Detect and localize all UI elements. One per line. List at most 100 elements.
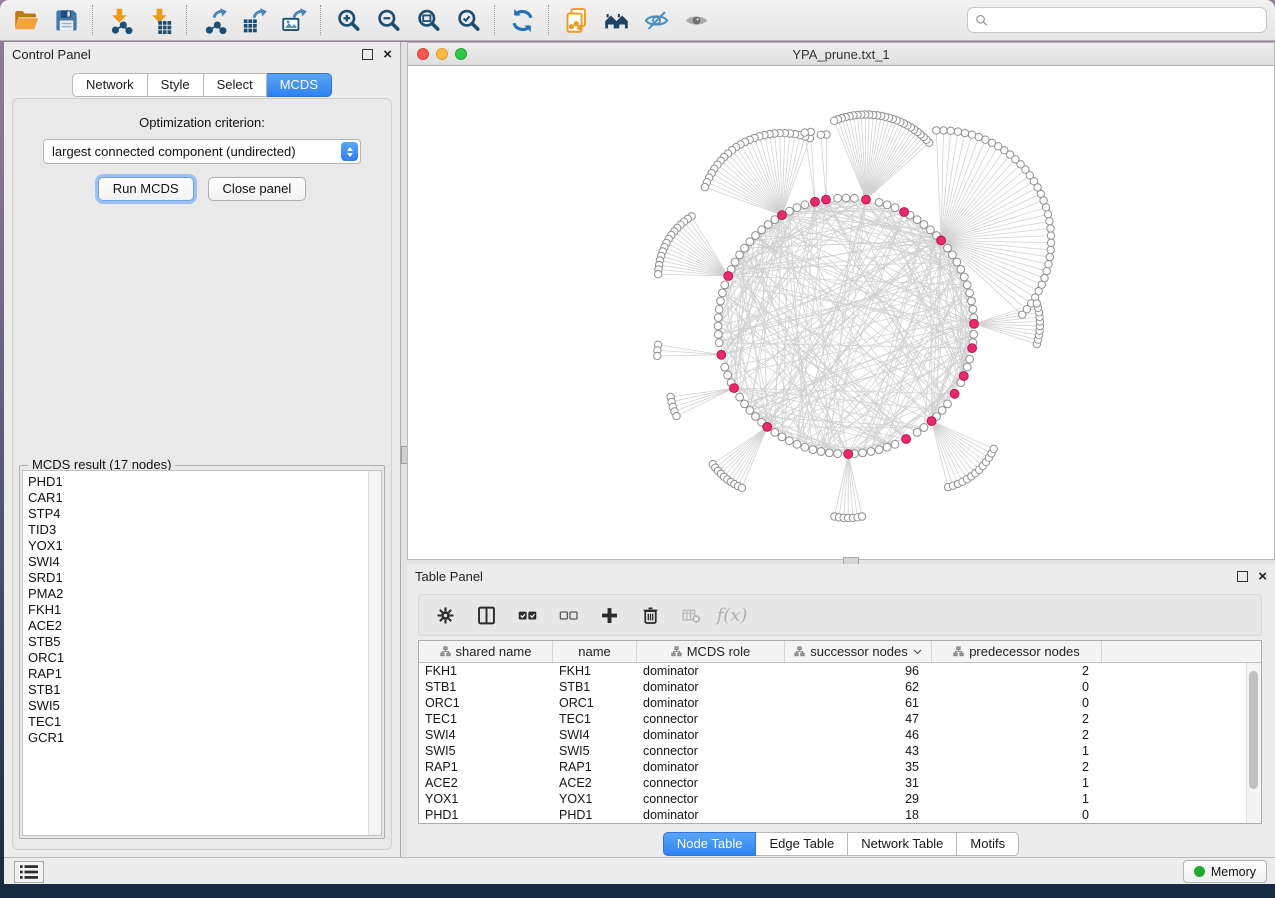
close-panel-button[interactable]: Close panel (208, 177, 307, 201)
table-row[interactable]: STB1STB1dominator620 (419, 679, 1261, 695)
trash-button[interactable] (638, 603, 662, 627)
table-cell: connector (637, 776, 785, 790)
mcds-result-item[interactable]: TID3 (28, 522, 381, 538)
mcds-result-item[interactable]: SWI4 (28, 554, 381, 570)
toolbar-separator (92, 5, 94, 35)
import-network-button[interactable] (100, 3, 140, 37)
mcds-result-item[interactable]: STP4 (28, 506, 381, 522)
gear-button[interactable] (433, 603, 457, 627)
column-header-name[interactable]: name (553, 641, 637, 662)
refresh-icon (509, 7, 536, 34)
table-cell: connector (637, 744, 785, 758)
select-all-button[interactable] (515, 603, 539, 627)
zoom-selected-icon (455, 7, 482, 34)
zoom-in-button[interactable] (328, 3, 368, 37)
tab-style[interactable]: Style (148, 73, 204, 97)
zoom-fit-button[interactable] (408, 3, 448, 37)
memory-status-icon (1194, 866, 1205, 877)
ndex-button[interactable] (596, 3, 636, 37)
search-box[interactable] (967, 7, 1267, 33)
table-row[interactable]: TEC1TEC1connector472 (419, 711, 1261, 727)
export-image-button[interactable] (274, 3, 314, 37)
mcds-result-item[interactable]: SWI5 (28, 698, 381, 714)
mcds-result-item[interactable]: ORC1 (28, 650, 381, 666)
float-panel-icon[interactable] (362, 49, 373, 60)
scrollbar-thumb[interactable] (1249, 671, 1258, 789)
network-window-titlebar[interactable]: YPA_prune.txt_1 (408, 43, 1274, 66)
table-row[interactable]: SWI5SWI5connector431 (419, 743, 1261, 759)
column-header-successor-nodes[interactable]: successor nodes (785, 641, 932, 662)
refresh-button[interactable] (502, 3, 542, 37)
open-button[interactable] (6, 3, 46, 37)
mcds-result-item[interactable]: PHD1 (28, 474, 381, 490)
mcds-result-item[interactable]: FKH1 (28, 602, 381, 618)
table-scrollbar[interactable] (1246, 663, 1261, 823)
export-table-button[interactable] (234, 3, 274, 37)
tab-network-table[interactable]: Network Table (848, 832, 957, 856)
task-history-button[interactable] (14, 861, 44, 883)
mcds-result-item[interactable]: TEC1 (28, 714, 381, 730)
network-graph[interactable] (408, 66, 1274, 559)
node-table[interactable]: shared namenameMCDS rolesuccessor nodesp… (418, 640, 1262, 824)
zoom-out-button[interactable] (368, 3, 408, 37)
search-icon (974, 13, 989, 28)
mcds-result-item[interactable]: CAR1 (28, 490, 381, 506)
run-mcds-button[interactable]: Run MCDS (98, 177, 194, 201)
table-cell: STB1 (419, 680, 553, 694)
tab-node-table[interactable]: Node Table (663, 832, 757, 856)
export-network-button[interactable] (194, 3, 234, 37)
column-header-predecessor-nodes[interactable]: predecessor nodes (932, 641, 1102, 662)
tab-motifs[interactable]: Motifs (957, 832, 1019, 856)
save-button[interactable] (46, 3, 86, 37)
close-window-icon[interactable] (417, 48, 429, 60)
float-panel-icon[interactable] (1237, 571, 1248, 582)
mcds-result-list[interactable]: PHD1CAR1STP4TID3YOX1SWI4SRD1PMA2FKH1ACE2… (22, 470, 382, 836)
table-row[interactable]: RAP1RAP1dominator352 (419, 759, 1261, 775)
tab-network[interactable]: Network (72, 73, 148, 97)
hide-eye-button[interactable] (636, 3, 676, 37)
mcds-result-item[interactable]: STB5 (28, 634, 381, 650)
mcds-result-item[interactable]: GCR1 (28, 730, 381, 746)
table-row[interactable]: ORC1ORC1dominator610 (419, 695, 1261, 711)
table-row[interactable]: ACE2ACE2connector311 (419, 775, 1261, 791)
mcds-result-item[interactable]: RAP1 (28, 666, 381, 682)
table-row[interactable]: SWI4SWI4dominator462 (419, 727, 1261, 743)
tab-edge-table[interactable]: Edge Table (756, 832, 848, 856)
attribute-icon (671, 646, 682, 657)
table-cell: RAP1 (553, 760, 637, 774)
maximize-window-icon[interactable] (455, 48, 467, 60)
toolbar-separator (186, 5, 188, 35)
table-cell: dominator (637, 808, 785, 822)
mcds-result-item[interactable]: SRD1 (28, 570, 381, 586)
table-row[interactable]: FKH1FKH1dominator962 (419, 663, 1261, 679)
tab-mcds[interactable]: MCDS (267, 73, 332, 97)
table-cell: 1 (932, 744, 1102, 758)
mcds-result-item[interactable]: ACE2 (28, 618, 381, 634)
table-row[interactable]: YOX1YOX1connector291 (419, 791, 1261, 807)
mcds-list-scrollbar[interactable] (368, 471, 381, 835)
copy-network-button[interactable] (556, 3, 596, 37)
close-panel-icon[interactable]: × (383, 50, 392, 59)
table-cell: ACE2 (553, 776, 637, 790)
minimize-window-icon[interactable] (436, 48, 448, 60)
show-eye-button[interactable] (676, 3, 716, 37)
memory-button[interactable]: Memory (1183, 860, 1267, 883)
close-panel-icon[interactable]: × (1258, 572, 1267, 581)
status-bar: Memory (4, 857, 1275, 884)
zoom-selected-button[interactable] (448, 3, 488, 37)
criterion-select[interactable]: largest connected component (undirected) (43, 139, 361, 164)
network-canvas[interactable] (408, 66, 1274, 559)
add-button[interactable] (597, 603, 621, 627)
import-table-button[interactable] (140, 3, 180, 37)
zoom-in-icon (335, 7, 362, 34)
search-input[interactable] (994, 12, 1260, 29)
mcds-result-item[interactable]: STB1 (28, 682, 381, 698)
columns-button[interactable] (474, 603, 498, 627)
deselect-all-button[interactable] (556, 603, 580, 627)
column-header-MCDS-role[interactable]: MCDS role (637, 641, 785, 662)
mcds-result-item[interactable]: PMA2 (28, 586, 381, 602)
table-row[interactable]: PHD1PHD1dominator180 (419, 807, 1261, 823)
mcds-result-item[interactable]: YOX1 (28, 538, 381, 554)
tab-select[interactable]: Select (204, 73, 267, 97)
column-header-shared-name[interactable]: shared name (419, 641, 553, 662)
